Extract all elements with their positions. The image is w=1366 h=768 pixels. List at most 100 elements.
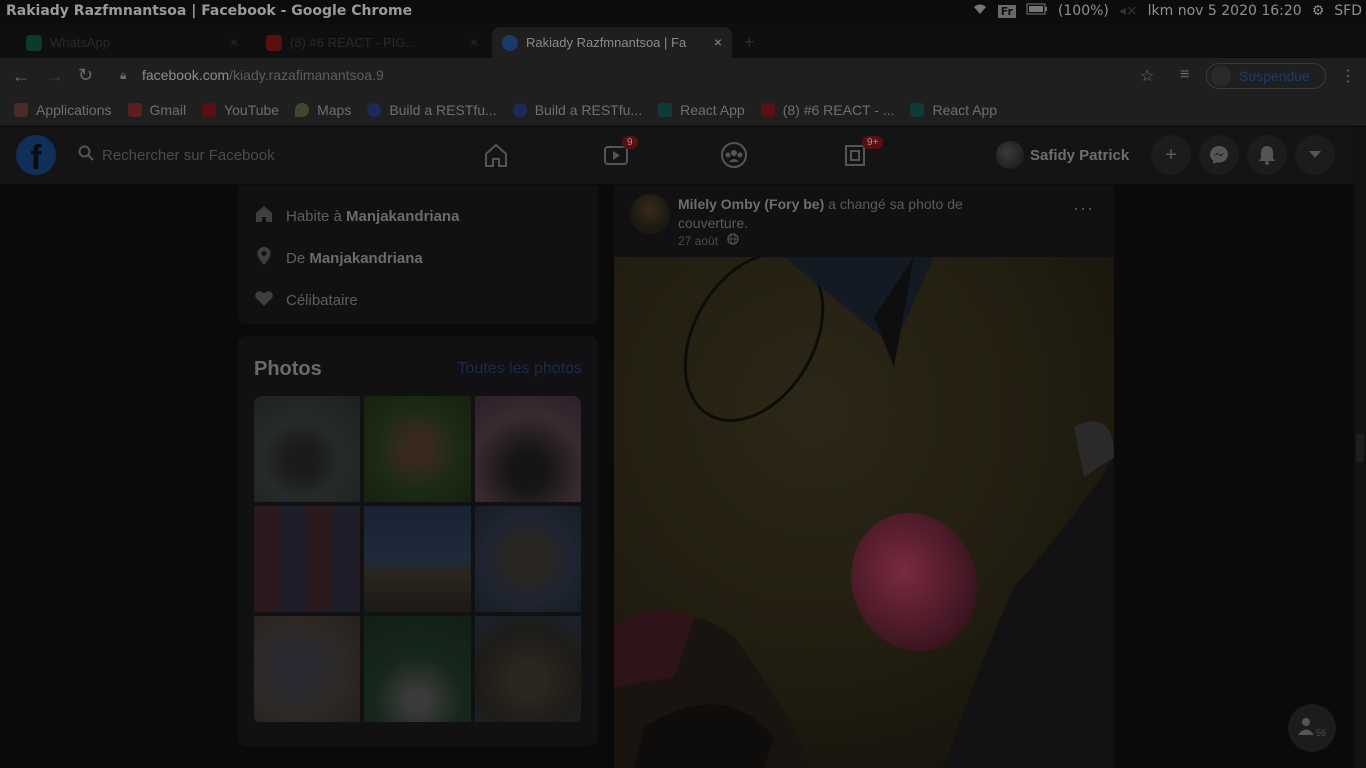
post-date[interactable]: 27 août bbox=[678, 233, 740, 248]
close-tab-icon[interactable]: × bbox=[230, 34, 238, 50]
photo-thumbnail[interactable] bbox=[254, 396, 360, 502]
photo-thumbnail[interactable] bbox=[475, 616, 581, 722]
home-icon bbox=[254, 204, 274, 228]
home-icon[interactable] bbox=[482, 141, 512, 171]
bookmark-label: React App bbox=[932, 101, 998, 118]
photo-thumbnail[interactable] bbox=[254, 506, 360, 612]
bookmark-star-icon[interactable]: ☆ bbox=[1140, 66, 1154, 86]
bookmark-react-app-2[interactable]: React App bbox=[910, 102, 997, 118]
address-bar[interactable]: facebook.com/kiady.razafimanantsoa.9 bbox=[142, 67, 384, 83]
back-icon[interactable]: ← bbox=[12, 66, 30, 87]
post-date-label: 27 août bbox=[678, 234, 719, 248]
photo-grid bbox=[254, 396, 581, 724]
clock[interactable]: lkm nov 5 2020 16:20 bbox=[1148, 3, 1302, 19]
heart-icon bbox=[254, 288, 274, 312]
tab-youtube[interactable]: (8) #6 REACT - PIG... × bbox=[256, 27, 488, 58]
post-photo-image bbox=[614, 257, 1114, 768]
contacts-button[interactable]: 56 bbox=[1288, 704, 1336, 752]
os-top-bar: Rakiady Razfmnantsoa | Facebook - Google… bbox=[0, 0, 1366, 24]
scrollbar-thumb[interactable] bbox=[1356, 433, 1364, 463]
settings-gear-icon[interactable]: ⚙ bbox=[1312, 3, 1325, 19]
reading-list-icon[interactable]: ≡ bbox=[1180, 66, 1189, 84]
profile-chip[interactable]: Suspendue bbox=[1206, 63, 1326, 89]
bookmark-maps[interactable]: Maps bbox=[295, 102, 351, 118]
gaming-badge: 9+ bbox=[862, 136, 884, 149]
facebook-logo[interactable]: f bbox=[16, 135, 56, 177]
browser-toolbar: ← → ↻ 🔒︎ facebook.com/kiady.razafimanant… bbox=[0, 58, 1366, 94]
bookmark-label: YouTube bbox=[224, 101, 280, 118]
tab-label: (8) #6 REACT - PIG... bbox=[290, 35, 417, 50]
tab-label: Rakiady Razfmnantsoa | Fa bbox=[526, 35, 687, 50]
close-tab-icon[interactable]: × bbox=[714, 34, 722, 50]
bookmark-label: React App bbox=[680, 101, 745, 118]
tab-facebook[interactable]: Rakiady Razfmnantsoa | Fa × bbox=[492, 27, 732, 58]
search-icon bbox=[78, 145, 94, 165]
photo-thumbnail[interactable] bbox=[254, 616, 360, 722]
photo-thumbnail[interactable] bbox=[364, 506, 471, 612]
user-name: Safidy Patrick bbox=[1030, 146, 1130, 164]
avatar[interactable] bbox=[630, 194, 670, 234]
bookmark-label: Applications bbox=[36, 101, 112, 118]
create-plus-icon[interactable]: + bbox=[1151, 135, 1191, 175]
url-host: facebook.com bbox=[142, 67, 230, 83]
volume-icon[interactable]: ◂× bbox=[1119, 3, 1138, 19]
bookmark-applications[interactable]: Applications bbox=[14, 102, 112, 118]
facebook-header: f Rechercher sur Facebook 9 9+ Safidy Pa… bbox=[0, 127, 1354, 185]
messenger-icon[interactable] bbox=[1199, 135, 1239, 175]
photo-thumbnail[interactable] bbox=[475, 506, 581, 612]
watch-badge: 9 bbox=[622, 136, 638, 149]
lock-icon[interactable]: 🔒︎ bbox=[120, 68, 126, 83]
search-input[interactable]: Rechercher sur Facebook bbox=[64, 135, 304, 175]
photos-card: Photos Toutes les photos bbox=[238, 336, 598, 746]
account-menu-chevron-down-icon[interactable] bbox=[1295, 135, 1335, 175]
menu-kebab-icon[interactable]: ⋮ bbox=[1340, 66, 1356, 86]
tab-label: WhatsApp bbox=[50, 35, 110, 50]
new-tab-button[interactable]: + bbox=[744, 32, 755, 53]
maps-pin-icon bbox=[295, 102, 310, 117]
bookmark-react-app-1[interactable]: React App bbox=[658, 102, 745, 118]
intro-from: De Manjakandriana bbox=[254, 246, 423, 270]
location-pin-icon bbox=[254, 246, 274, 270]
bookmark-restful-2[interactable]: Build a RESTfu... bbox=[512, 102, 642, 118]
bookmark-label: Gmail bbox=[149, 101, 187, 118]
bookmark-gmail[interactable]: Gmail bbox=[127, 101, 187, 118]
photo-thumbnail[interactable] bbox=[475, 396, 581, 502]
restful-icon bbox=[512, 102, 527, 117]
session-user[interactable]: SFD bbox=[1334, 3, 1362, 19]
photo-thumbnail[interactable] bbox=[364, 616, 471, 722]
profile-shortcut[interactable]: Safidy Patrick bbox=[996, 141, 1129, 169]
browser-tab-bar: WhatsApp × (8) #6 REACT - PIG... × Rakia… bbox=[0, 24, 1366, 58]
tab-whatsapp[interactable]: WhatsApp × bbox=[16, 27, 248, 58]
post-header-text: Milely Omby (Fory be) a changé sa photo … bbox=[678, 195, 1008, 233]
url-path: /kiady.razafimanantsoa.9 bbox=[229, 67, 384, 83]
keyboard-layout[interactable]: Fr bbox=[997, 4, 1016, 18]
see-all-photos-link[interactable]: Toutes les photos bbox=[457, 360, 582, 378]
wifi-icon[interactable] bbox=[972, 3, 988, 19]
intro-text: Célibataire bbox=[286, 291, 358, 309]
bookmark-label: (8) #6 REACT - ... bbox=[782, 101, 895, 118]
photos-title: Photos bbox=[254, 358, 322, 380]
bookmark-youtube[interactable]: YouTube bbox=[202, 102, 279, 118]
post-options-more-icon[interactable]: ··· bbox=[1073, 198, 1094, 219]
youtube-icon bbox=[202, 102, 217, 117]
reload-icon[interactable]: ↻ bbox=[78, 65, 93, 86]
close-tab-icon[interactable]: × bbox=[470, 34, 478, 50]
forward-icon[interactable]: → bbox=[46, 66, 64, 87]
photo-thumbnail[interactable] bbox=[364, 396, 471, 502]
post-photo[interactable] bbox=[614, 257, 1114, 768]
battery-icon[interactable] bbox=[1026, 3, 1048, 19]
apps-grid-icon bbox=[14, 102, 28, 117]
intro-text: De Manjakandriana bbox=[286, 250, 423, 267]
intro-place-link[interactable]: Manjakandriana bbox=[309, 250, 422, 267]
groups-icon[interactable] bbox=[720, 141, 750, 171]
bookmark-react-video[interactable]: (8) #6 REACT - ... bbox=[760, 101, 895, 118]
bookmark-restful-1[interactable]: Build a RESTfu... bbox=[367, 102, 497, 118]
contacts-count: 56 bbox=[1315, 728, 1326, 738]
intro-prefix: Habite à bbox=[286, 207, 347, 225]
whatsapp-icon bbox=[26, 34, 42, 51]
search-placeholder: Rechercher sur Facebook bbox=[102, 146, 275, 164]
notifications-bell-icon[interactable] bbox=[1247, 135, 1287, 175]
intro-place-link[interactable]: Manjakandriana bbox=[346, 208, 459, 225]
page-scrollbar[interactable] bbox=[1354, 127, 1366, 768]
post-author-link[interactable]: Milely Omby (Fory be) bbox=[678, 196, 824, 212]
